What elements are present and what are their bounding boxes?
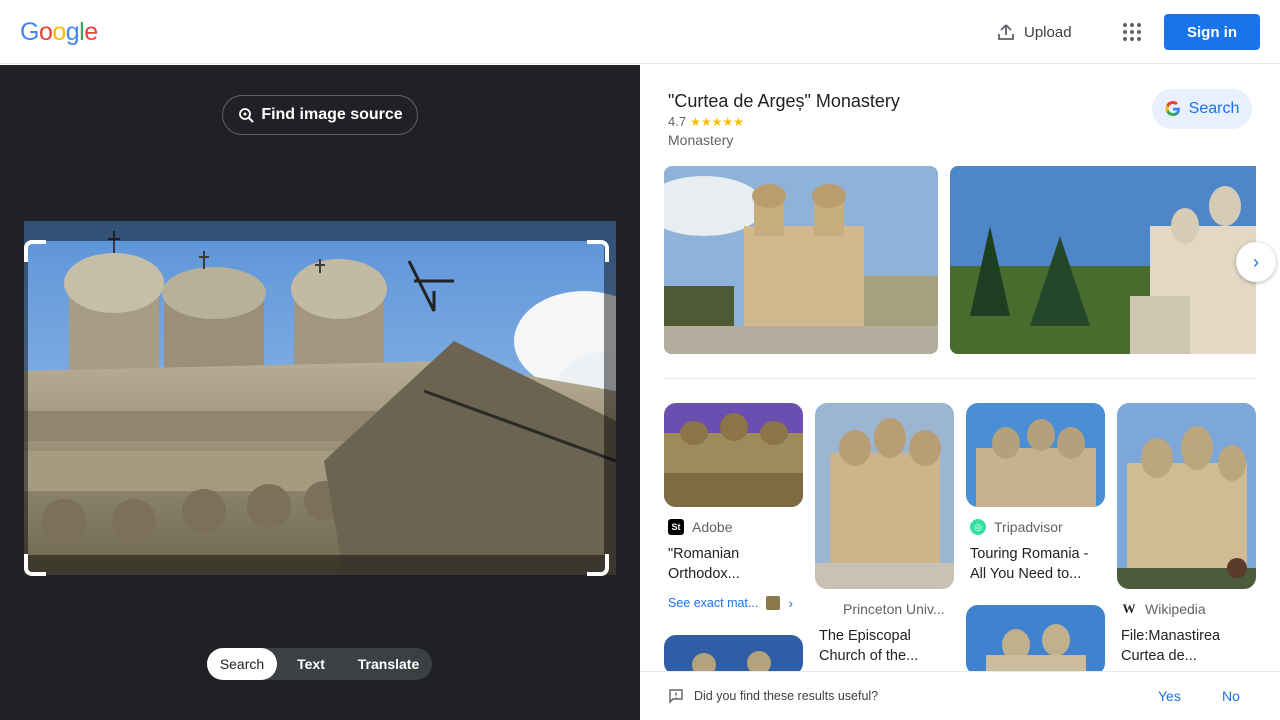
google-logo[interactable]: Google: [20, 18, 98, 47]
sign-in-button[interactable]: Sign in: [1164, 14, 1260, 50]
search-label: Search: [1188, 100, 1240, 117]
query-image[interactable]: [24, 221, 616, 575]
source-name: Tripadvisor: [994, 519, 1063, 535]
logo-letter: g: [65, 18, 80, 46]
source-name: Princeton Univ...: [843, 601, 945, 617]
feedback-icon: [669, 689, 683, 704]
result-title[interactable]: File:Manastirea Curtea de...: [1121, 626, 1253, 666]
tab-search[interactable]: Search: [207, 648, 277, 680]
wikipedia-icon: W: [1121, 601, 1137, 617]
result-thumbnail[interactable]: [1117, 403, 1256, 589]
rating-value: 4.7: [668, 114, 687, 129]
result-title[interactable]: "Romanian Orthodox...: [668, 544, 800, 584]
entity-type: Monastery: [668, 132, 734, 148]
entity-title[interactable]: "Curtea de Argeș" Monastery: [668, 91, 900, 112]
result-title[interactable]: The Episcopal Church of the...: [819, 626, 951, 666]
source-name: Adobe: [692, 519, 733, 535]
results-panel: "Curtea de Argeș" Monastery 4.7 ★★★★★ Mo…: [640, 65, 1280, 720]
result-source[interactable]: ◎ Tripadvisor: [970, 519, 1063, 535]
result-title[interactable]: Touring Romania - All You Need to...: [970, 544, 1102, 584]
google-search-button[interactable]: Search: [1152, 89, 1252, 129]
result-source[interactable]: Princeton Univ...: [819, 601, 945, 617]
crop-handle-top-right[interactable]: [587, 240, 609, 262]
crop-handle-bottom-right[interactable]: [587, 554, 609, 576]
feedback-bar: Did you find these results useful? Yes N…: [640, 671, 1280, 720]
result-thumbnail[interactable]: [664, 635, 803, 675]
find-image-source-button[interactable]: Find image source: [222, 95, 418, 135]
see-exact-label: See exact mat...: [668, 596, 759, 610]
apps-grid-icon[interactable]: [1116, 16, 1148, 48]
entity-image-2[interactable]: [950, 166, 1256, 354]
result-source[interactable]: St Adobe: [668, 519, 732, 535]
feedback-no-button[interactable]: No: [1222, 688, 1240, 704]
result-thumbnail[interactable]: [664, 403, 803, 507]
crop-handle-top-left[interactable]: [24, 240, 46, 262]
source-name: Wikipedia: [1145, 601, 1206, 617]
result-thumbnail[interactable]: [966, 403, 1105, 507]
top-bar: Google Upload Sign in: [0, 0, 1280, 64]
feedback-question: Did you find these results useful?: [694, 689, 879, 703]
tab-translate[interactable]: Translate: [345, 648, 432, 680]
google-g-icon: [1165, 101, 1180, 116]
adobe-stock-icon: St: [668, 519, 684, 535]
upload-label: Upload: [1024, 23, 1072, 41]
upload-icon: [998, 24, 1014, 40]
entity-image-1[interactable]: [664, 166, 938, 354]
tripadvisor-icon: ◎: [970, 519, 986, 535]
lens-image-panel: Find image source Search Text Translate: [0, 65, 640, 720]
rating-row: 4.7 ★★★★★: [668, 114, 744, 129]
crop-handle-bottom-left[interactable]: [24, 554, 46, 576]
carousel-next-button[interactable]: ›: [1236, 242, 1276, 282]
logo-letter: G: [20, 18, 39, 46]
logo-letter: e: [84, 18, 98, 46]
princeton-icon: [819, 601, 835, 617]
star-rating-icon: ★★★★★: [690, 114, 744, 129]
see-exact-matches-link[interactable]: See exact mat... ›: [668, 595, 793, 611]
chevron-right-icon: ›: [1253, 251, 1259, 272]
divider: [664, 378, 1256, 379]
chevron-right-icon: ›: [788, 595, 793, 611]
church-photo: [24, 221, 616, 575]
tab-text[interactable]: Text: [277, 648, 345, 680]
result-source[interactable]: W Wikipedia: [1121, 601, 1206, 617]
result-thumbnail[interactable]: [966, 605, 1105, 675]
result-thumbnail[interactable]: [815, 403, 954, 589]
lens-mode-switcher: Search Text Translate: [207, 648, 432, 680]
lens-search-icon: [239, 108, 255, 123]
upload-button[interactable]: Upload: [990, 16, 1078, 48]
logo-letter: o: [38, 18, 53, 46]
exact-match-thumbnail: [766, 596, 781, 610]
feedback-yes-button[interactable]: Yes: [1158, 688, 1181, 704]
logo-letter: o: [52, 18, 66, 46]
find-source-label: Find image source: [261, 106, 403, 123]
